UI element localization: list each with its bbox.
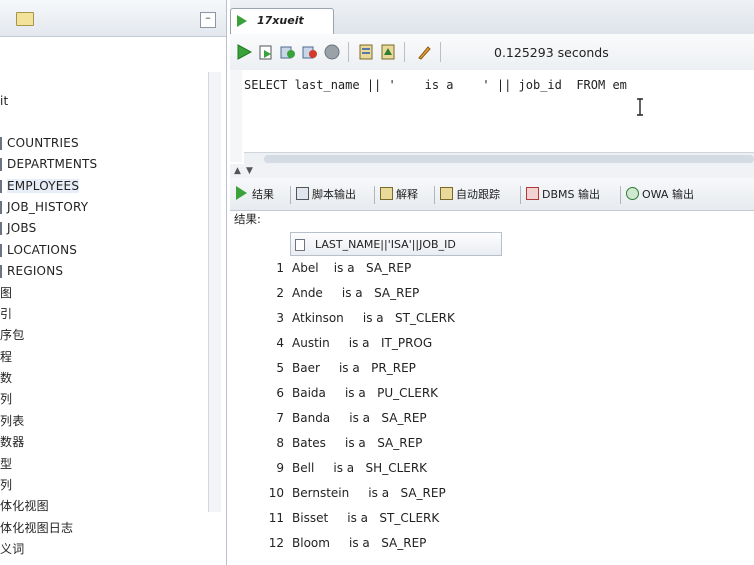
explain-icon — [380, 187, 393, 200]
sql-statement[interactable]: SELECT last_name || ' is a ' || job_id F… — [244, 78, 627, 92]
tree-node-countries[interactable]: COUNTRIES — [0, 134, 79, 153]
tab-script-output[interactable]: 脚本输出 — [296, 186, 356, 204]
tab-separator — [434, 186, 435, 204]
editor-gutter — [230, 70, 242, 162]
tree-node-regions[interactable]: REGIONS — [0, 262, 63, 281]
worksheet-icon — [237, 15, 247, 27]
dbms-output-icon — [526, 187, 539, 200]
table-icon — [0, 265, 2, 278]
tree-node-views[interactable]: 图 — [0, 284, 12, 303]
rollback-icon[interactable] — [302, 44, 318, 60]
table-row[interactable]: 5 Baer is a PR_REP — [258, 356, 416, 381]
tree-node-functions[interactable]: 数 — [0, 369, 12, 388]
table-icon — [0, 244, 2, 257]
tree-node-job-history[interactable]: JOB_HISTORY — [0, 198, 88, 217]
tree-node-procedures[interactable]: 程 — [0, 348, 12, 367]
table-icon — [0, 180, 2, 193]
table-icon — [0, 137, 2, 150]
run-statement-icon[interactable] — [236, 44, 252, 60]
explain-plan-icon[interactable] — [380, 44, 396, 60]
tab-results[interactable]: 结果 — [236, 186, 274, 204]
column-header[interactable]: LAST_NAME||'ISA'||JOB_ID — [290, 232, 502, 256]
tab-separator — [374, 186, 375, 204]
table-icon — [0, 158, 2, 171]
table-icon — [0, 222, 2, 235]
run-script-icon[interactable] — [258, 44, 274, 60]
table-row[interactable]: 7 Banda is a SA_REP — [258, 406, 426, 431]
toolbar-separator — [440, 42, 441, 62]
tab-autotrace[interactable]: 自动跟踪 — [440, 186, 500, 204]
tree-node-packages[interactable]: 序包 — [0, 326, 24, 345]
elapsed-time: 0.125293 seconds — [494, 45, 609, 60]
owa-output-icon — [626, 187, 639, 200]
tree-node-employees[interactable]: EMPLOYEES — [0, 177, 80, 196]
tree-node-jobs[interactable]: JOBS — [0, 219, 36, 238]
clear-icon[interactable] — [416, 44, 432, 60]
sql-history-icon[interactable] — [358, 44, 374, 60]
tab-explain[interactable]: 解释 — [380, 186, 418, 204]
navigator-toolbar: – — [0, 0, 226, 37]
script-output-icon — [296, 187, 309, 200]
autotrace-icon — [440, 187, 453, 200]
tree-node-partial[interactable]: it — [0, 92, 8, 111]
worksheet-toolbar — [230, 34, 754, 71]
tree-node-synonyms[interactable]: 义词 — [0, 540, 24, 559]
tab-owa-output[interactable]: OWA 输出 — [626, 186, 694, 204]
tree-node-sequences[interactable]: 列 — [0, 476, 12, 495]
commit-icon[interactable] — [280, 44, 296, 60]
collapse-down-icon[interactable]: ▼ — [246, 166, 253, 176]
tree-node-triggers[interactable]: 数器 — [0, 433, 24, 452]
tree-node-materialized-views[interactable]: 体化视图 — [0, 497, 49, 516]
tree-node-locations[interactable]: LOCATIONS — [0, 241, 77, 260]
cancel-icon[interactable] — [324, 44, 340, 60]
tab-separator — [620, 186, 621, 204]
worksheet-tab[interactable]: 17xueit — [230, 8, 334, 34]
collapse-up-icon[interactable]: ▲ — [234, 166, 241, 176]
column-icon — [295, 239, 305, 251]
results-label: 结果: — [234, 212, 261, 226]
connections-navigator: – it COUNTRIES DEPARTMENTS EMPLOYEES JOB… — [0, 0, 227, 565]
toolbar-separator — [348, 42, 349, 62]
worksheet-tab-title: 17xueit — [257, 14, 304, 27]
table-row[interactable]: 4 Austin is a IT_PROG — [258, 331, 432, 356]
toolbar-separator — [404, 42, 405, 62]
tree-node-departments[interactable]: DEPARTMENTS — [0, 155, 97, 174]
table-row[interactable]: 8 Bates is a SA_REP — [258, 431, 422, 456]
tree-node-queues[interactable]: 列 — [0, 390, 12, 409]
output-tabs: 结果 脚本输出 解释 自动跟踪 DBMS 输出 OWA 输出 — [230, 178, 754, 211]
tree-node-types[interactable]: 型 — [0, 455, 12, 474]
editor-splitter[interactable]: ▲ ▼ — [230, 164, 754, 179]
table-row[interactable]: 9 Bell is a SH_CLERK — [258, 456, 427, 481]
table-row[interactable]: 6 Baida is a PU_CLERK — [258, 381, 438, 406]
table-row[interactable]: 10 Bernstein is a SA_REP — [258, 481, 446, 506]
folder-icon[interactable] — [16, 12, 34, 26]
table-icon — [0, 201, 2, 214]
scrollbar-thumb[interactable] — [264, 155, 754, 163]
minimize-icon[interactable]: – — [200, 12, 216, 28]
tree-node-queue-tables[interactable]: 列表 — [0, 412, 24, 431]
tree-node-materialized-view-logs[interactable]: 体化视图日志 — [0, 519, 73, 538]
table-row[interactable]: 12 Bloom is a SA_REP — [258, 531, 427, 556]
text-cursor-icon — [637, 98, 643, 116]
table-row[interactable]: 11 Bisset is a ST_CLERK — [258, 506, 440, 531]
play-icon — [236, 186, 247, 200]
tree-node-indexes[interactable]: 引 — [0, 305, 12, 324]
tab-dbms-output[interactable]: DBMS 输出 — [526, 186, 600, 204]
table-row[interactable]: 3 Atkinson is a ST_CLERK — [258, 306, 455, 331]
tab-separator — [520, 186, 521, 204]
table-row[interactable]: 1 Abel is a SA_REP — [258, 256, 411, 281]
navigator-scrollbar[interactable] — [208, 72, 221, 512]
tab-separator — [290, 186, 291, 204]
table-row[interactable]: 2 Ande is a SA_REP — [258, 281, 419, 306]
